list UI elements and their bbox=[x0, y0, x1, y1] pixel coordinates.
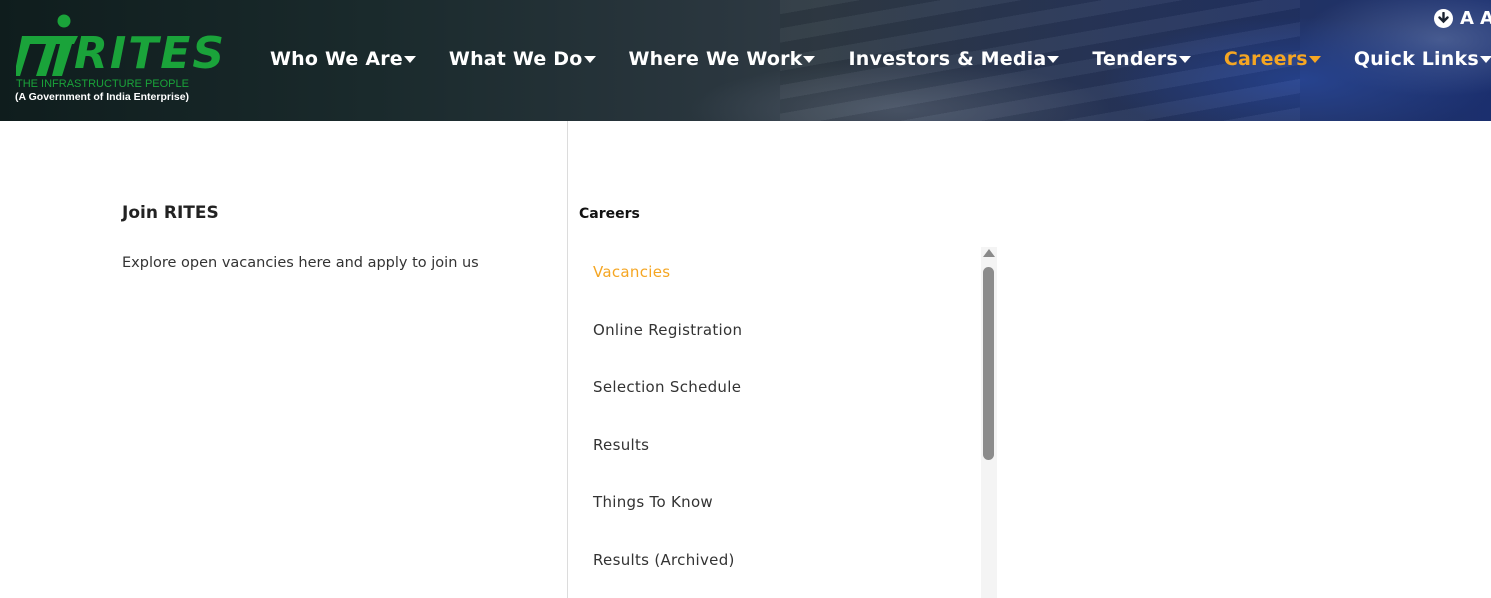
careers-section-title: Careers bbox=[579, 206, 640, 222]
download-circle-icon[interactable] bbox=[1434, 9, 1453, 28]
nav-tenders[interactable]: Tenders bbox=[1092, 48, 1191, 70]
font-size-increase-button[interactable]: A bbox=[1480, 8, 1491, 29]
caret-down-icon bbox=[403, 55, 416, 63]
caret-down-icon bbox=[583, 55, 596, 63]
rites-logo[interactable]: RITES THE INFRASTRUCTURE PEOPLE (A Gover… bbox=[14, 12, 234, 104]
site-header: RITES THE INFRASTRUCTURE PEOPLE (A Gover… bbox=[0, 0, 1491, 121]
nav-investors-media[interactable]: Investors & Media bbox=[848, 48, 1060, 70]
nav-quick-links[interactable]: Quick Links bbox=[1354, 48, 1491, 70]
nav-label: Careers bbox=[1223, 48, 1308, 70]
caret-down-icon bbox=[1047, 55, 1060, 63]
link-things-to-know[interactable]: Things To Know bbox=[593, 493, 973, 551]
join-title: Join RITES bbox=[122, 203, 219, 223]
main-nav: Who We Are What We Do Where We Work Inve… bbox=[270, 46, 1491, 72]
careers-link-list: Vacancies Online Registration Selection … bbox=[593, 263, 973, 598]
caret-down-icon bbox=[803, 55, 816, 63]
nav-label: Where We Work bbox=[628, 48, 803, 70]
link-online-registration[interactable]: Online Registration bbox=[593, 321, 973, 379]
nav-who-we-are[interactable]: Who We Are bbox=[270, 48, 416, 70]
careers-mega-menu: Join RITES Explore open vacancies here a… bbox=[0, 121, 1491, 598]
link-selection-schedule[interactable]: Selection Schedule bbox=[593, 378, 973, 436]
caret-down-icon bbox=[1178, 55, 1191, 63]
logo-subtitle: (A Government of India Enterprise) bbox=[15, 91, 190, 103]
link-results-archived[interactable]: Results (Archived) bbox=[593, 551, 973, 598]
link-vacancies[interactable]: Vacancies bbox=[593, 263, 973, 321]
menu-divider bbox=[567, 121, 568, 598]
join-description: Explore open vacancies here and apply to… bbox=[122, 255, 479, 271]
nav-label: Who We Are bbox=[270, 48, 403, 70]
nav-careers[interactable]: Careers bbox=[1224, 48, 1321, 70]
nav-label: Investors & Media bbox=[848, 48, 1047, 70]
arrow-down-icon bbox=[1438, 12, 1449, 24]
nav-label: Quick Links bbox=[1353, 48, 1479, 70]
scroll-up-arrow-icon[interactable] bbox=[983, 249, 995, 257]
nav-what-we-do[interactable]: What We Do bbox=[449, 48, 596, 70]
font-size-decrease-button[interactable]: A bbox=[1460, 8, 1474, 29]
scrollbar-thumb[interactable] bbox=[983, 267, 994, 460]
nav-label: What We Do bbox=[448, 48, 583, 70]
caret-down-icon bbox=[1479, 55, 1491, 63]
accessibility-controls: A A bbox=[1434, 8, 1491, 29]
logo-wordmark: RITES bbox=[74, 28, 227, 79]
nav-where-we-work[interactable]: Where We Work bbox=[629, 48, 816, 70]
nav-label: Tenders bbox=[1092, 48, 1178, 70]
caret-down-icon bbox=[1308, 55, 1321, 63]
logo-tagline: THE INFRASTRUCTURE PEOPLE bbox=[16, 78, 189, 90]
link-results[interactable]: Results bbox=[593, 436, 973, 494]
